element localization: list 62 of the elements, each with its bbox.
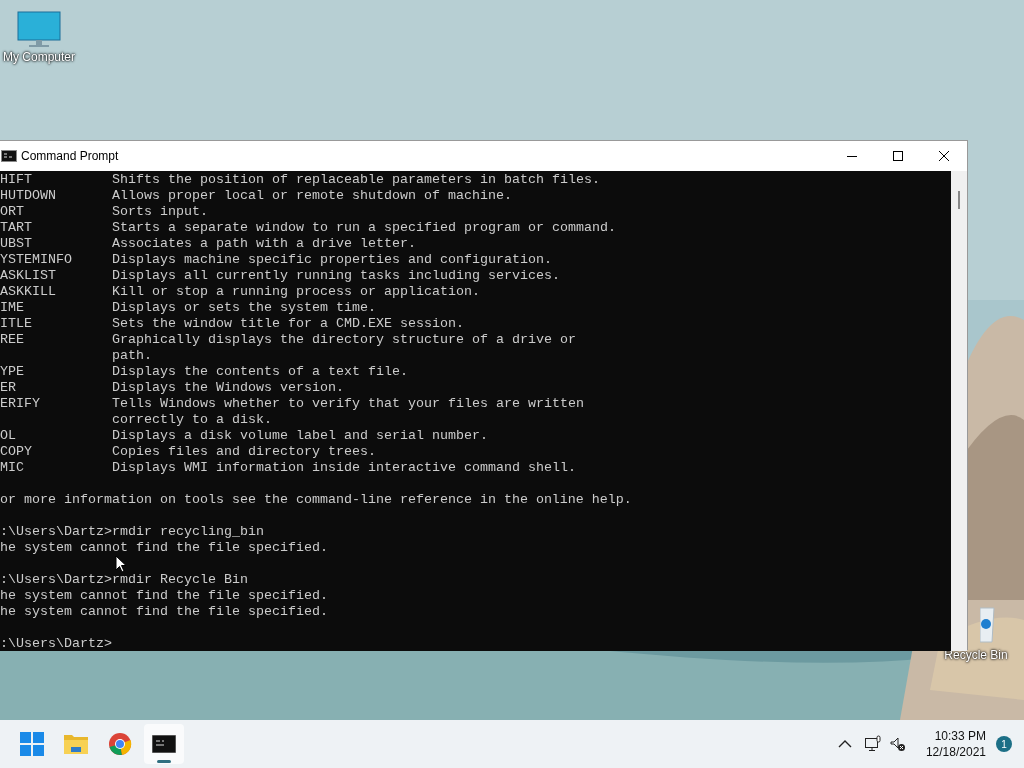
command-description: Associates a path with a drive letter. — [112, 236, 416, 252]
command-name: UBST — [0, 236, 33, 252]
command-name: ER — [0, 380, 17, 396]
command-name: TART — [0, 220, 33, 236]
command-description: Displays all currently running tasks including services. — [112, 268, 560, 284]
command-description: Graphically displays the directory structure of a drive or — [112, 332, 576, 348]
console-line: :\Users\Dartz> — [0, 636, 112, 651]
command-name: OL — [0, 428, 17, 444]
command-description: Sorts input. — [112, 204, 208, 220]
cursor-icon — [115, 555, 127, 573]
command-description: Copies files and directory trees. — [112, 444, 376, 460]
command-name: ITLE — [0, 316, 33, 332]
clock-date[interactable]: 12/18/2021 — [925, 744, 986, 760]
chrome-icon — [108, 732, 132, 756]
console-line: he system cannot find the file specified. — [0, 588, 328, 603]
monitor-icon[interactable] — [17, 10, 61, 50]
command-name: IME — [0, 300, 25, 316]
scrollbar[interactable] — [951, 171, 967, 651]
command-name: HIFT — [0, 172, 33, 188]
command-description: Tells Windows whether to verify that your files are written — [112, 396, 584, 412]
terminal-icon — [152, 735, 176, 753]
command-description: correctly to a disk. — [112, 412, 272, 428]
command-description: Displays or sets the system time. — [112, 300, 376, 316]
folder-icon — [63, 733, 89, 755]
command-name: HUTDOWN — [0, 188, 57, 204]
command-name: ORT — [0, 204, 25, 220]
maximize-icon — [892, 150, 904, 162]
command-description: Displays the Windows version. — [112, 380, 344, 396]
console-line: or more information on tools see the command-line reference in the online help. — [0, 492, 632, 507]
command-name: REE — [0, 332, 25, 348]
command-description: Displays the contents of a text file. — [112, 364, 408, 380]
close-icon — [938, 150, 950, 162]
command-description: Sets the window title for a CMD.EXE session. — [112, 316, 464, 332]
muted-speaker-icon[interactable] — [889, 736, 906, 752]
command-name: COPY — [0, 444, 33, 460]
command-description: Shifts the position of replaceable parameters in batch files. — [112, 172, 600, 188]
notification-badge[interactable]: 1 — [996, 736, 1012, 752]
command-description: Displays machine specific properties and configuration. — [112, 252, 552, 268]
command-description: Kill or stop a running process or application. — [112, 284, 480, 300]
command-description: Displays a disk volume label and serial number. — [112, 428, 488, 444]
network-icon[interactable] — [863, 735, 882, 753]
command-name: ASKLIST — [0, 268, 57, 284]
command-name: ASKKILL — [0, 284, 57, 300]
console-line: :\Users\Dartz>rmdir recycling_bin — [0, 524, 264, 539]
console-line: :\Users\Dartz>rmdir Recycle Bin — [0, 572, 248, 587]
window-title: Command Prompt — [21, 148, 119, 165]
windows-logo-icon — [20, 732, 44, 756]
console-line: he system cannot find the file specified. — [0, 540, 328, 555]
terminal-icon — [1, 150, 17, 162]
command-name: ERIFY — [0, 396, 41, 412]
recycle-bin-icon[interactable] — [980, 606, 998, 644]
command-name: MIC — [0, 460, 25, 476]
chevron-up-icon[interactable] — [837, 739, 852, 749]
taskbar-app-button[interactable] — [144, 724, 184, 764]
console-line: he system cannot find the file specified. — [0, 604, 328, 619]
command-name: YPE — [0, 364, 25, 380]
clock-time[interactable]: 10:33 PM — [934, 728, 986, 744]
command-description: Displays WMI information inside interactive command shell. — [112, 460, 576, 476]
command-description: Allows proper local or remote shutdown of machine. — [112, 188, 512, 204]
command-description: Starts a separate window to run a specified program or command. — [112, 220, 616, 236]
command-description: path. — [112, 348, 152, 364]
command-name: YSTEMINFO — [0, 252, 73, 268]
